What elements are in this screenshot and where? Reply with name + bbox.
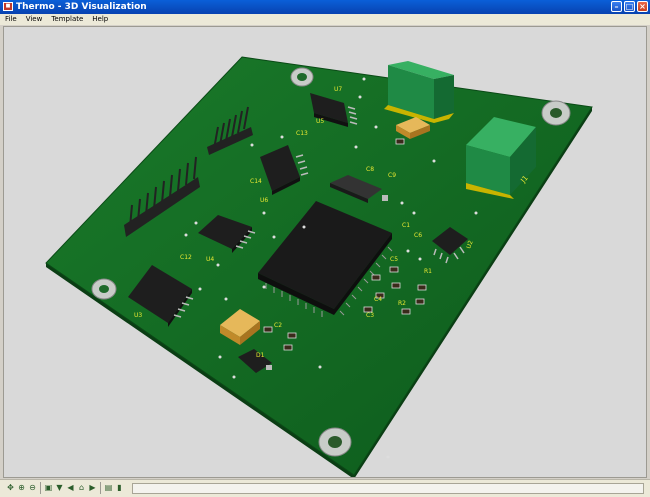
status-field [132, 483, 644, 494]
label-c6: C6 [414, 232, 422, 239]
label-c4: C4 [374, 296, 382, 303]
minimize-button[interactable]: – [611, 1, 622, 12]
fit-icon[interactable]: ▣ [44, 483, 53, 493]
label-c2: C2 [274, 322, 282, 329]
mounting-hole [290, 67, 314, 87]
zoom-in-icon[interactable]: ⊕ [17, 483, 26, 493]
label-u3: U3 [134, 312, 142, 319]
label-c1: C1 [402, 222, 410, 229]
menu-file[interactable]: File [5, 15, 17, 23]
home-icon[interactable]: ⌂ [77, 483, 86, 493]
toolbar-separator [40, 482, 41, 494]
label-d1: D1 [256, 352, 265, 359]
rotate-right-icon[interactable]: ▶ [88, 483, 97, 493]
label-c12: C12 [180, 254, 192, 261]
zoom-out-icon[interactable]: ⊖ [28, 483, 37, 493]
label-c3: C3 [366, 312, 374, 319]
mounting-hole [91, 278, 117, 300]
filter-icon[interactable]: ▼ [55, 483, 64, 493]
label-c8: C8 [366, 166, 374, 173]
title-bar: ■ Thermo - 3D Visualization – □ × [0, 0, 650, 14]
menu-template[interactable]: Template [51, 15, 83, 23]
maximize-button[interactable]: □ [624, 1, 635, 12]
label-u5: U5 [316, 118, 324, 125]
mounting-hole [541, 100, 571, 126]
pan-icon[interactable]: ✥ [6, 483, 15, 493]
menu-bar: File View Template Help [0, 14, 650, 25]
menu-view[interactable]: View [26, 15, 43, 23]
toolbar-separator [100, 482, 101, 494]
mounting-hole [318, 427, 352, 457]
close-button[interactable]: × [637, 1, 648, 12]
label-c13: C13 [296, 130, 308, 137]
label-u6: U6 [260, 197, 268, 204]
3d-viewport[interactable]: J1 U5 U7 U6 C13 U4 C14 U3 C12 U2 C8 C9 C… [3, 26, 647, 478]
label-r1: R1 [424, 268, 432, 275]
label-c5: C5 [390, 256, 398, 263]
menu-help[interactable]: Help [92, 15, 108, 23]
label-c14: C14 [250, 178, 262, 185]
camera-icon[interactable]: ▤ [104, 483, 113, 493]
label-u4: U4 [206, 256, 214, 263]
app-logo-icon: ■ [3, 2, 13, 11]
label-u7: U7 [334, 86, 342, 93]
board-icon[interactable]: ▮ [115, 483, 124, 493]
rotate-left-icon[interactable]: ◀ [66, 483, 75, 493]
label-r2: R2 [398, 300, 406, 307]
bottom-toolbar: ✥ ⊕ ⊖ ▣ ▼ ◀ ⌂ ▶ ▤ ▮ [0, 479, 650, 497]
label-c9: C9 [388, 172, 396, 179]
window-title: Thermo - 3D Visualization [16, 2, 147, 12]
